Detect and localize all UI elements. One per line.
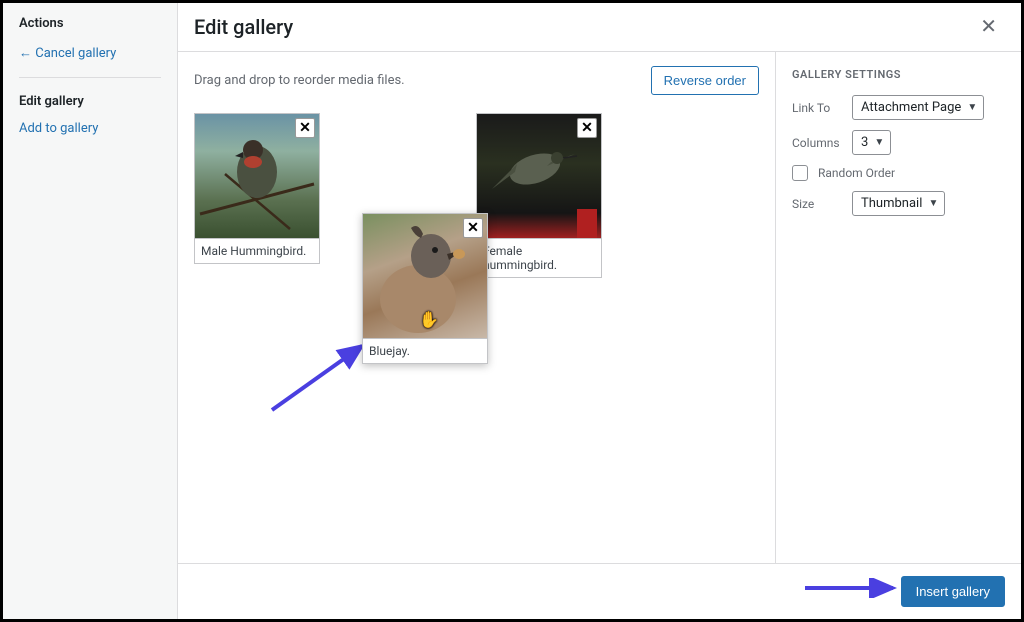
x-icon: ✕ (467, 220, 479, 236)
close-button[interactable]: ✕ (972, 13, 1005, 41)
remove-thumb-button[interactable]: ✕ (463, 218, 483, 238)
setting-random-order: Random Order (792, 165, 1005, 181)
random-order-label: Random Order (818, 166, 895, 180)
x-icon: ✕ (581, 120, 593, 136)
thumb-caption[interactable]: Bluejay. (363, 338, 487, 363)
setting-columns: Columns 3 ▼ (792, 130, 1005, 155)
select-value: 3 (861, 135, 868, 150)
thumb-caption[interactable]: Female hummingbird. (477, 238, 601, 277)
link-to-label: Link To (792, 101, 842, 115)
sidebar-divider (19, 77, 161, 78)
add-to-gallery-link[interactable]: Add to gallery (3, 115, 177, 142)
columns-select[interactable]: 3 ▼ (852, 130, 891, 155)
thumbnail-image: ✕ (195, 114, 319, 238)
edit-gallery-heading: Edit gallery (3, 88, 177, 115)
gallery-toolbar: Drag and drop to reorder media files. Re… (194, 66, 759, 95)
modal-footer: Insert gallery (178, 563, 1021, 619)
cancel-gallery-link[interactable]: Cancel gallery (3, 39, 177, 67)
thumbnails-canvas[interactable]: ✕ Male Hummingbird. (194, 113, 759, 543)
reorder-hint: Drag and drop to reorder media files. (194, 73, 405, 88)
select-value: Attachment Page (861, 100, 961, 115)
edit-gallery-modal: Actions Cancel gallery Edit gallery Add … (3, 3, 1021, 619)
insert-gallery-button[interactable]: Insert gallery (901, 576, 1005, 607)
gallery-thumb[interactable]: ✕ Male Hummingbird. (194, 113, 320, 264)
thumb-caption[interactable]: Male Hummingbird. (195, 238, 319, 263)
remove-thumb-button[interactable]: ✕ (577, 118, 597, 138)
main-header: Edit gallery ✕ (178, 3, 1021, 52)
reverse-order-button[interactable]: Reverse order (651, 66, 759, 95)
chevron-down-icon: ▼ (967, 102, 977, 113)
chevron-down-icon: ▼ (874, 137, 884, 148)
size-label: Size (792, 197, 842, 211)
link-to-select[interactable]: Attachment Page ▼ (852, 95, 984, 120)
random-order-checkbox[interactable] (792, 165, 808, 181)
size-select[interactable]: Thumbnail ▼ (852, 191, 945, 216)
gallery-area: Drag and drop to reorder media files. Re… (178, 52, 775, 563)
x-icon: ✕ (299, 120, 311, 136)
remove-thumb-button[interactable]: ✕ (295, 118, 315, 138)
gallery-thumb[interactable]: ✕ Female hummingbird. (476, 113, 602, 278)
modal-body: Actions Cancel gallery Edit gallery Add … (3, 3, 1021, 619)
actions-sidebar: Actions Cancel gallery Edit gallery Add … (3, 3, 178, 619)
columns-label: Columns (792, 136, 842, 150)
page-title: Edit gallery (194, 15, 293, 39)
chevron-down-icon: ▼ (928, 198, 938, 209)
close-icon: ✕ (980, 16, 997, 38)
settings-heading: GALLERY SETTINGS (792, 68, 1005, 81)
annotation-arrow-icon (264, 338, 374, 418)
main-panel: Edit gallery ✕ Drag and drop to reorder … (178, 3, 1021, 619)
main-content: Drag and drop to reorder media files. Re… (178, 52, 1021, 563)
thumbnail-image: ✕ ✋ (363, 214, 487, 338)
gallery-settings-panel: GALLERY SETTINGS Link To Attachment Page… (775, 52, 1021, 563)
gallery-thumb-dragging[interactable]: ✕ ✋ Bluejay. (362, 213, 488, 364)
thumbnail-image: ✕ (477, 114, 601, 238)
select-value: Thumbnail (861, 196, 922, 211)
setting-link-to: Link To Attachment Page ▼ (792, 95, 1005, 120)
setting-size: Size Thumbnail ▼ (792, 191, 1005, 216)
annotation-arrow-icon (801, 578, 901, 598)
actions-heading: Actions (3, 3, 177, 39)
